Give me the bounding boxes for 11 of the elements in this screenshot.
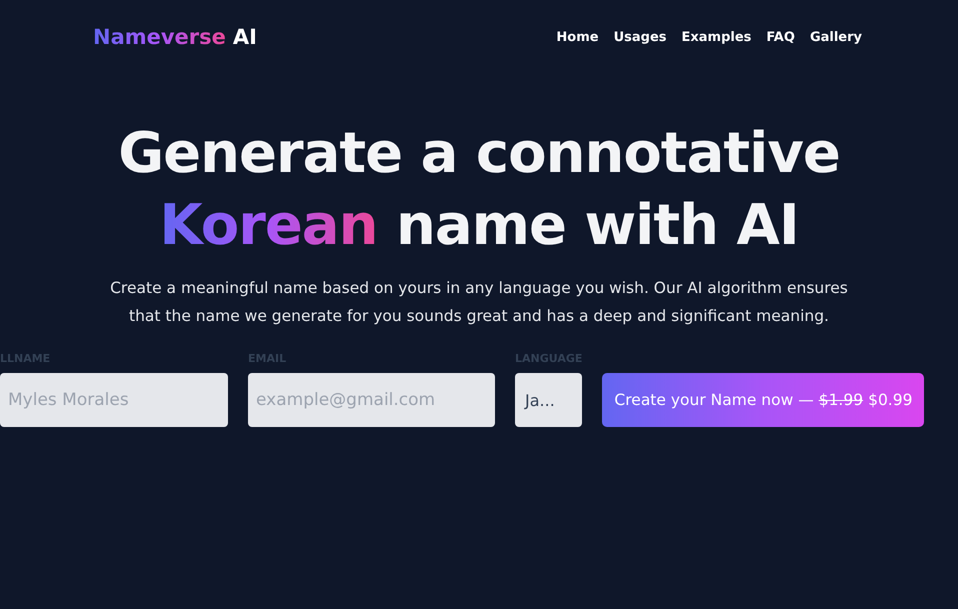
input-field[interactable]: Myles Morales (0, 373, 228, 427)
nav-link[interactable]: Usages (614, 30, 667, 44)
create-name-button[interactable]: Create your Name now — $1.99 $0.99 (602, 373, 924, 427)
nav-link[interactable]: Gallery (810, 30, 862, 44)
language-select[interactable]: Ja... (515, 373, 582, 427)
hero-title: Generate a connotative Korean name with AI (117, 120, 841, 260)
input-field[interactable]: example@gmail.com (248, 373, 495, 427)
hero-description: Create a meaningful name based on yours in any language you wish. Our AI algorithm ensures that the name we generate for you sounds great and has a deep and significant meaning. (109, 278, 849, 327)
nav-link[interactable]: FAQ (766, 30, 795, 44)
nav-link[interactable]: Home (556, 30, 599, 44)
nav-link[interactable]: Examples (682, 30, 752, 44)
